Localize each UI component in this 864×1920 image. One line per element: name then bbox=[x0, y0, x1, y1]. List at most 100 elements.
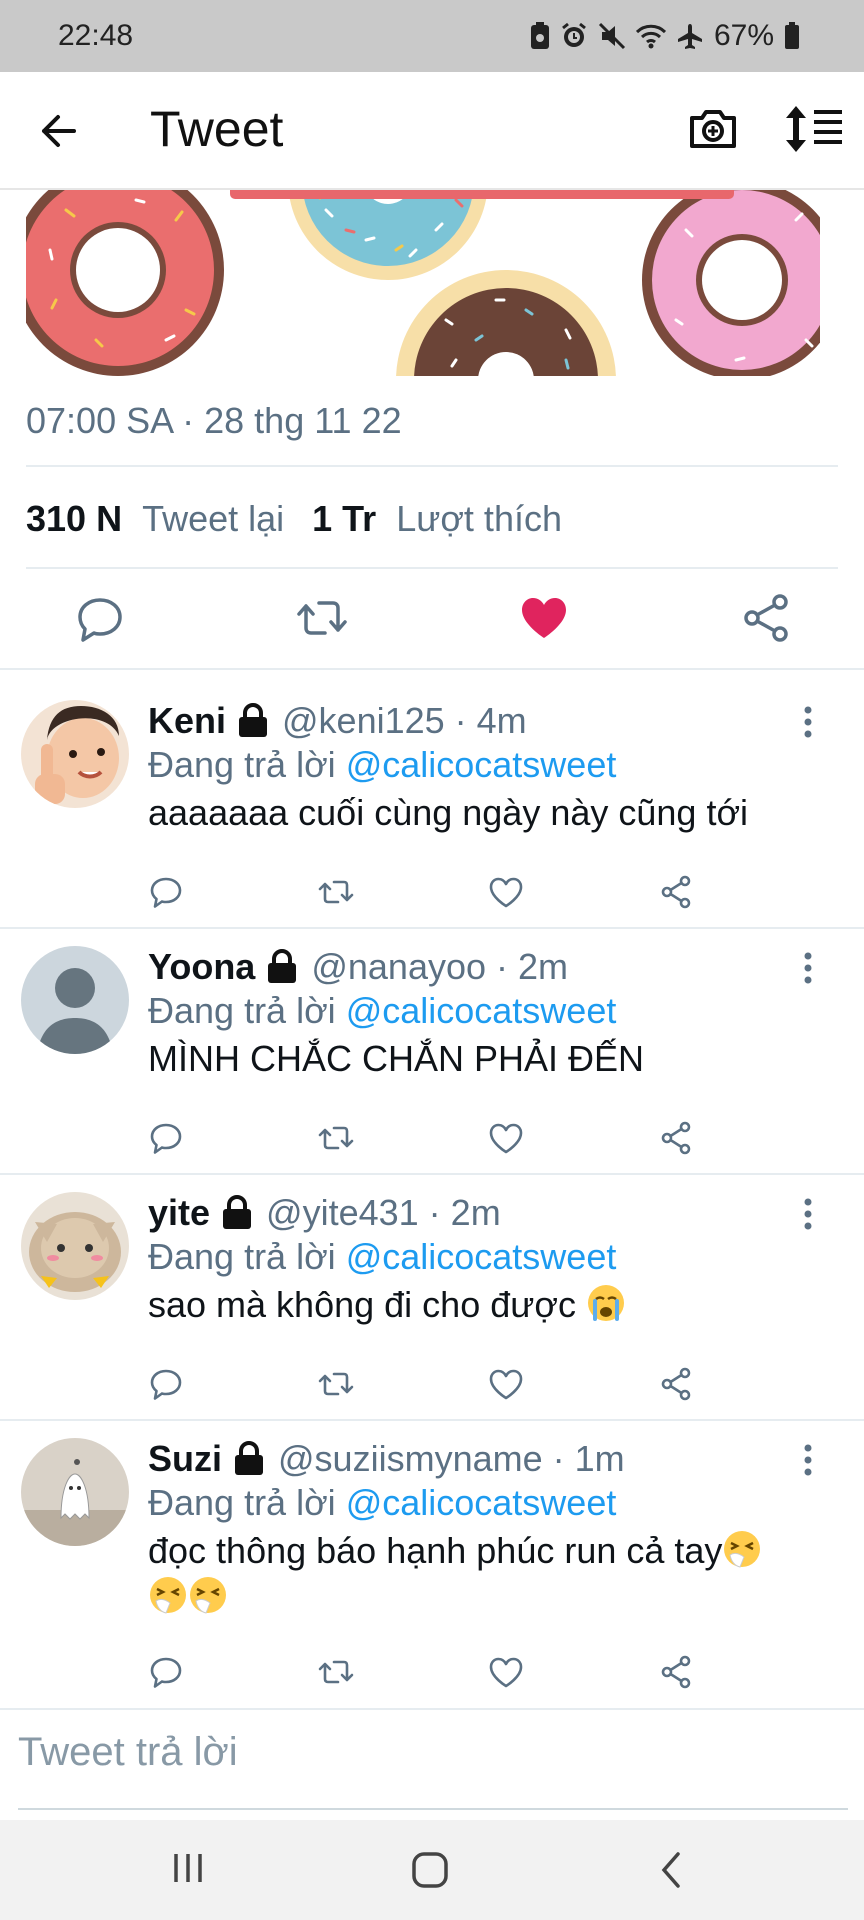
sneezing-face-emoji bbox=[724, 1531, 761, 1568]
retweets-label[interactable]: Tweet lại bbox=[142, 498, 284, 540]
share-icon[interactable] bbox=[656, 1364, 696, 1404]
retweet-icon[interactable] bbox=[316, 872, 356, 912]
replying-to: Đang trả lời @calicocatsweet bbox=[148, 990, 616, 1032]
reply-icon[interactable] bbox=[146, 872, 186, 912]
more-options-icon[interactable] bbox=[798, 1442, 818, 1478]
lock-icon bbox=[235, 1441, 264, 1475]
app-header: Tweet bbox=[0, 72, 864, 190]
reply-item[interactable]: Yoona @nanayoo · 2m Đang trả lời @calico… bbox=[0, 916, 864, 1162]
wifi-icon bbox=[635, 24, 666, 49]
reply-divider bbox=[0, 1708, 864, 1710]
more-options-icon[interactable] bbox=[798, 1196, 818, 1232]
replying-to: Đang trả lời @calicocatsweet bbox=[148, 744, 616, 786]
reply-text: aaaaaaa cuối cùng ngày này cũng tới bbox=[148, 792, 749, 833]
user-handle-time[interactable]: @yite431 · 2m bbox=[266, 1192, 501, 1234]
retweet-icon[interactable] bbox=[316, 1118, 356, 1158]
share-icon[interactable] bbox=[736, 588, 796, 648]
user-name[interactable]: yite bbox=[148, 1192, 210, 1234]
battery-icon bbox=[785, 22, 799, 49]
user-name[interactable]: Keni bbox=[148, 700, 226, 742]
likes-count[interactable]: 1 Tr bbox=[312, 498, 376, 540]
sort-icon[interactable] bbox=[784, 102, 844, 156]
arrow-left-icon[interactable] bbox=[34, 106, 84, 156]
mention-link[interactable]: @calicocatsweet bbox=[346, 744, 617, 785]
replying-prefix: Đang trả lời bbox=[148, 744, 336, 785]
reply-text-container: đọc thông báo hạnh phúc run cả tay bbox=[148, 1528, 828, 1620]
reply-header: Keni @keni125 · 4m bbox=[148, 700, 527, 742]
reply-icon[interactable] bbox=[70, 588, 130, 648]
reply-header: yite @yite431 · 2m bbox=[148, 1192, 501, 1234]
tweet-stats: 310 N Tweet lại 1 Tr Lượt thích bbox=[26, 498, 562, 540]
user-handle-time[interactable]: @nanayoo · 2m bbox=[311, 946, 568, 988]
divider bbox=[26, 567, 838, 569]
reply-compose-input[interactable]: Tweet trả lời bbox=[18, 1730, 238, 1775]
share-icon[interactable] bbox=[656, 872, 696, 912]
like-icon[interactable] bbox=[486, 1364, 526, 1404]
alarm-icon bbox=[562, 22, 586, 47]
lock-icon bbox=[268, 949, 297, 983]
avatar[interactable] bbox=[21, 700, 129, 808]
share-icon[interactable] bbox=[656, 1652, 696, 1692]
mention-link[interactable]: @calicocatsweet bbox=[346, 990, 617, 1031]
divider bbox=[26, 465, 838, 467]
user-name[interactable]: Yoona bbox=[148, 946, 255, 988]
replying-prefix: Đang trả lời bbox=[148, 1482, 336, 1523]
status-bar: 22:48 67% bbox=[0, 0, 864, 72]
reply-actions bbox=[0, 1364, 864, 1404]
reply-actions bbox=[0, 1652, 864, 1692]
replying-to: Đang trả lời @calicocatsweet bbox=[148, 1482, 616, 1524]
replying-prefix: Đang trả lời bbox=[148, 1236, 336, 1277]
crying-face-emoji bbox=[587, 1285, 624, 1321]
status-icons: 67% bbox=[530, 19, 800, 53]
like-icon[interactable] bbox=[486, 872, 526, 912]
camera-plus-icon[interactable] bbox=[686, 102, 740, 156]
sneezing-face-emoji bbox=[150, 1577, 186, 1614]
like-icon[interactable] bbox=[486, 1118, 526, 1158]
reply-item[interactable]: yite @yite431 · 2m Đang trả lời @calicoc… bbox=[0, 1162, 864, 1408]
reply-text-container: sao mà không đi cho được bbox=[148, 1282, 828, 1328]
sneezing-face-emoji bbox=[190, 1577, 226, 1614]
user-handle-time[interactable]: @suziismyname · 1m bbox=[278, 1438, 625, 1480]
reply-icon[interactable] bbox=[146, 1652, 186, 1692]
share-icon[interactable] bbox=[656, 1118, 696, 1158]
reply-text: sao mà không đi cho được bbox=[148, 1284, 576, 1325]
tweet-image[interactable] bbox=[26, 190, 820, 376]
replying-prefix: Đang trả lời bbox=[148, 990, 336, 1031]
avatar[interactable] bbox=[21, 946, 129, 1054]
more-options-icon[interactable] bbox=[798, 950, 818, 986]
like-filled-icon[interactable] bbox=[514, 588, 574, 648]
screenshot-icon bbox=[530, 22, 549, 49]
back-icon[interactable] bbox=[656, 1850, 686, 1890]
airplane-icon bbox=[677, 24, 702, 49]
retweet-icon[interactable] bbox=[316, 1364, 356, 1404]
mention-link[interactable]: @calicocatsweet bbox=[346, 1482, 617, 1523]
avatar[interactable] bbox=[21, 1192, 129, 1300]
reply-item[interactable]: Keni @keni125 · 4m Đang trả lời @calicoc… bbox=[0, 670, 864, 927]
retweets-count[interactable]: 310 N bbox=[26, 498, 122, 540]
reply-header: Yoona @nanayoo · 2m bbox=[148, 946, 568, 988]
reply-item[interactable]: Suzi @suziismyname · 1m Đang trả lời @ca… bbox=[0, 1408, 864, 1708]
recents-icon[interactable] bbox=[170, 1850, 206, 1886]
tweet-actions bbox=[0, 588, 864, 648]
system-nav-bar bbox=[0, 1820, 864, 1920]
reply-text: đọc thông báo hạnh phúc run cả tay bbox=[148, 1530, 723, 1571]
mute-icon bbox=[598, 22, 626, 50]
lock-icon bbox=[223, 1195, 252, 1229]
retweet-icon[interactable] bbox=[292, 588, 352, 648]
mention-link[interactable]: @calicocatsweet bbox=[346, 1236, 617, 1277]
reply-header: Suzi @suziismyname · 1m bbox=[148, 1438, 625, 1480]
home-icon[interactable] bbox=[410, 1850, 450, 1890]
likes-label[interactable]: Lượt thích bbox=[396, 498, 562, 540]
status-time: 22:48 bbox=[58, 19, 134, 52]
more-options-icon[interactable] bbox=[798, 704, 818, 740]
reply-icon[interactable] bbox=[146, 1118, 186, 1158]
avatar[interactable] bbox=[21, 1438, 129, 1546]
tweet-timestamp: 07:00 SA · 28 thg 11 22 bbox=[26, 400, 402, 441]
battery-percent: 67% bbox=[713, 19, 774, 52]
reply-actions bbox=[0, 872, 864, 912]
user-handle-time[interactable]: @keni125 · 4m bbox=[282, 700, 527, 742]
like-icon[interactable] bbox=[486, 1652, 526, 1692]
reply-icon[interactable] bbox=[146, 1364, 186, 1404]
user-name[interactable]: Suzi bbox=[148, 1438, 222, 1480]
retweet-icon[interactable] bbox=[316, 1652, 356, 1692]
